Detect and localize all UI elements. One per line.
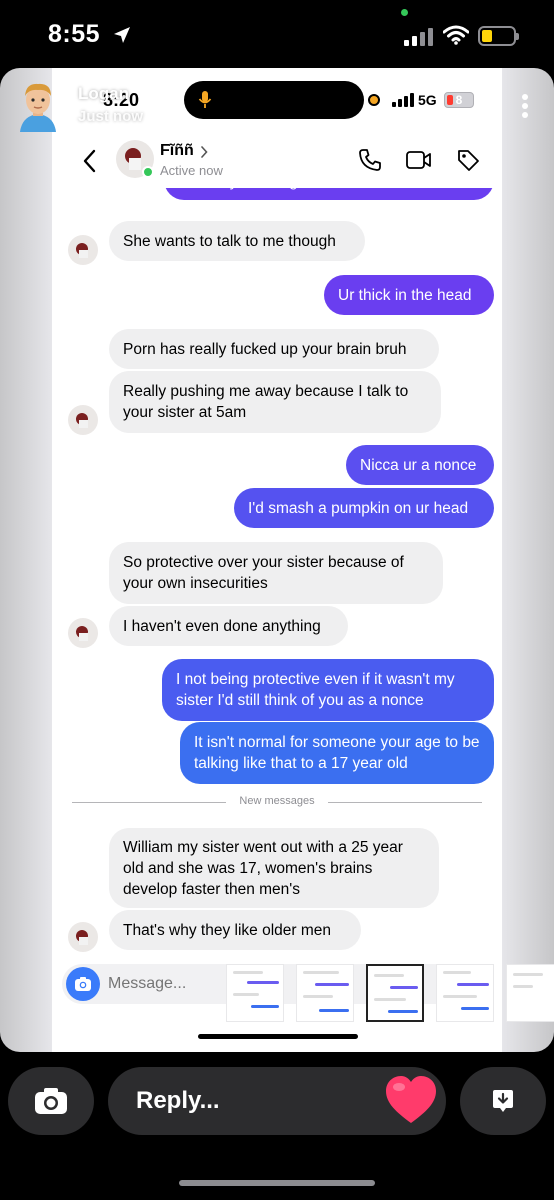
message-bubble-sent[interactable]: Ur thick in the head [324,275,494,315]
snap-sender-name[interactable]: Logan [78,84,129,104]
camera-button[interactable] [8,1067,94,1135]
camera-button[interactable] [66,967,100,1001]
wifi-icon [443,25,469,45]
message-bubble-received[interactable]: I haven't even done anything [109,606,348,646]
share-button[interactable] [460,1067,546,1135]
outer-clock: 8:55 [48,20,101,48]
message-bubble-received[interactable]: She wants to talk to me though [109,221,365,261]
home-indicator [179,1180,375,1186]
location-arrow-icon [114,27,130,43]
heart-icon[interactable] [384,1075,438,1125]
reply-label: Reply... [136,1087,220,1114]
message-bubble-received[interactable]: Really pushing me away because I talk to… [109,371,441,433]
battery-icon: 8 [444,92,474,108]
chat-header: Fĩññ Active now [52,134,502,188]
message-list[interactable]: to a 17 year old girl till 5am She wants… [52,178,502,958]
message-bubble-sent[interactable]: I not being protective even if it wasn't… [162,659,494,721]
contact-avatar-small[interactable] [68,235,98,265]
reply-input[interactable]: Reply... [108,1067,446,1135]
message-bubble-received[interactable]: So protective over your sister because o… [109,542,443,604]
phone-icon[interactable] [358,148,382,172]
message-bubble-received[interactable]: Porn has really fucked up your brain bru… [109,329,439,369]
message-bubble-sent[interactable]: It isn't normal for someone your age to … [180,722,494,784]
online-indicator [142,166,154,178]
battery-icon [478,26,519,46]
thumbnail[interactable] [436,964,494,1022]
signal-icon [392,93,414,107]
microphone-icon [198,91,212,108]
message-bubble-sent[interactable]: I'd smash a pumpkin on ur head [234,488,494,528]
share-icon [493,1090,513,1112]
snap-timestamp: Just now [78,108,144,125]
more-icon[interactable] [522,94,530,120]
contact-status: Active now [160,163,223,178]
battery-level: 8 [455,93,463,107]
snap-story-card: 8:20 5G 8 to a 17 year old girl till 5am [0,68,554,1052]
home-indicator [198,1034,358,1039]
thumbnail[interactable] [366,964,424,1022]
thumbnail[interactable] [506,964,554,1022]
contact-avatar-small[interactable] [68,618,98,648]
thumbnail[interactable] [296,964,354,1022]
message-bubble-sent[interactable]: Nicca ur a nonce [346,445,494,485]
back-chevron-icon[interactable] [82,149,96,173]
chevron-right-icon[interactable] [200,146,208,158]
contact-avatar-small[interactable] [68,922,98,952]
screenshot-thumbnails[interactable] [176,964,554,1024]
new-messages-divider: New messages [72,795,482,808]
camera-icon [35,1088,67,1114]
message-bubble-received[interactable]: William my sister went out with a 25 yea… [109,828,439,908]
video-icon[interactable] [406,149,432,171]
contact-avatar-small[interactable] [68,405,98,435]
thumbnail[interactable] [226,964,284,1022]
camera-in-use-indicator [401,9,408,16]
outer-status-bar: 8:55 [0,0,554,66]
tag-icon[interactable] [456,148,480,172]
signal-icon [404,28,433,46]
recording-indicator [368,94,380,106]
contact-name[interactable]: Fĩññ [160,142,194,160]
network-type: 5G [418,92,437,108]
camera-icon [75,977,91,991]
dynamic-island [184,81,364,119]
screenshot-content: 8:20 5G 8 to a 17 year old girl till 5am [52,68,502,1052]
sender-bitmoji-avatar[interactable] [14,78,62,132]
message-bubble-received[interactable]: That's why they like older men [109,910,361,950]
